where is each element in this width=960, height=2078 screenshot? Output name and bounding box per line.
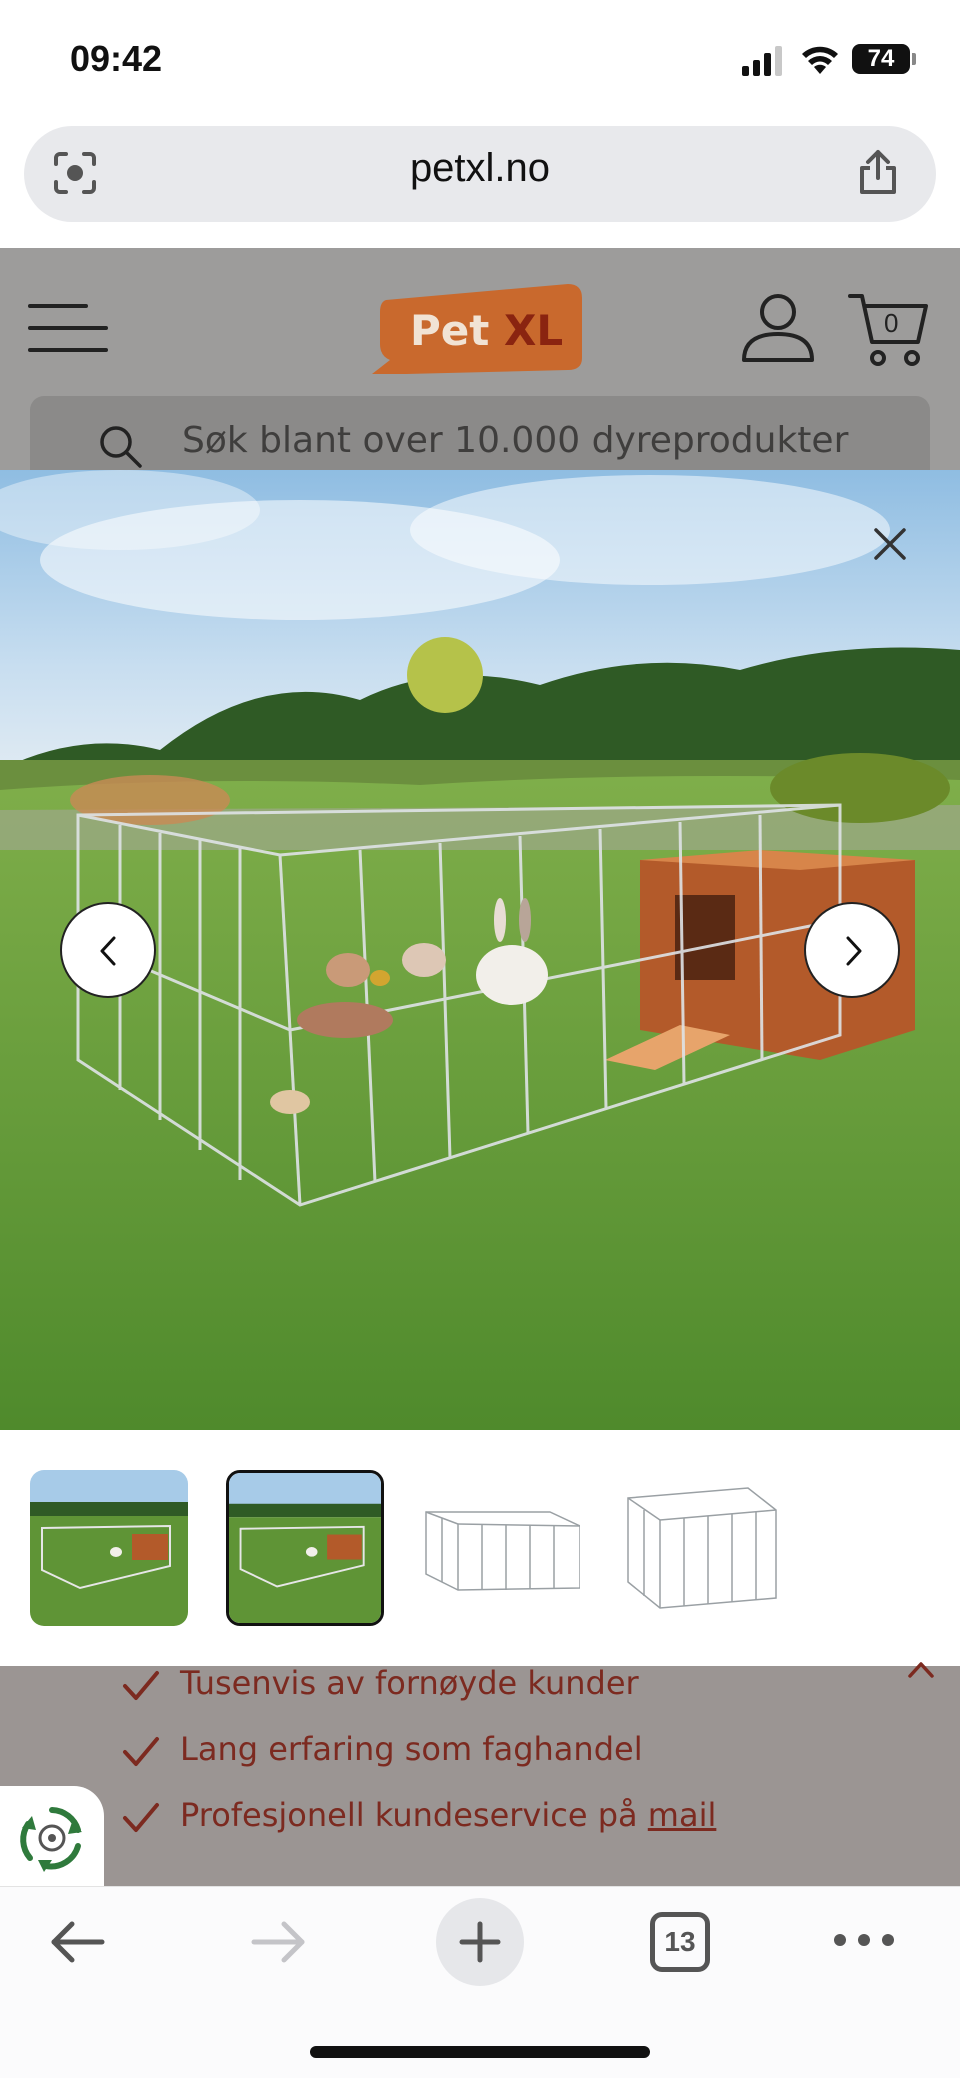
thumbnail-2[interactable] bbox=[226, 1470, 384, 1626]
new-tab-button[interactable] bbox=[436, 1898, 524, 1986]
thumbnail-photo bbox=[30, 1470, 188, 1626]
thumbnail-photo bbox=[229, 1473, 381, 1623]
recycle-badge[interactable] bbox=[0, 1786, 104, 1888]
check-icon bbox=[123, 1671, 159, 1700]
next-image-button[interactable] bbox=[804, 902, 900, 998]
battery-nub bbox=[912, 53, 916, 65]
logo-pet: Pet bbox=[410, 306, 490, 355]
url-text[interactable]: petxl.no bbox=[0, 146, 960, 191]
check-icon bbox=[123, 1737, 159, 1766]
thumbnail-1[interactable] bbox=[30, 1470, 188, 1626]
tabs-button[interactable]: 13 bbox=[650, 1912, 710, 1972]
recycle-icon bbox=[20, 1807, 82, 1872]
thumbnail-4[interactable] bbox=[620, 1470, 778, 1626]
logo-xl: XL bbox=[503, 306, 564, 355]
benefit-item: Tusenvis av fornøyde kunder bbox=[180, 1664, 639, 1702]
signal-icon bbox=[742, 46, 782, 76]
benefit-item: Profesjonell kundeservice på mail bbox=[180, 1796, 716, 1834]
previous-image-button[interactable] bbox=[60, 902, 156, 998]
chevron-right-icon bbox=[846, 936, 862, 966]
share-icon[interactable] bbox=[856, 148, 900, 196]
check-icon bbox=[123, 1803, 159, 1832]
wifi-icon bbox=[802, 46, 838, 74]
chevron-left-icon bbox=[100, 936, 116, 966]
thumbnail-photo bbox=[422, 1470, 580, 1626]
forward-icon[interactable] bbox=[248, 1918, 308, 1966]
search-placeholder: Søk blant over 10.000 dyreprodukter bbox=[182, 420, 849, 461]
page: 09:42 74 petxl.no Pet XL 0 Søk blant ove… bbox=[0, 0, 960, 2078]
benefit-item-text: Profesjonell kundeservice på bbox=[180, 1796, 648, 1834]
plus-icon bbox=[459, 1921, 501, 1963]
close-icon[interactable] bbox=[860, 514, 920, 574]
more-icon[interactable] bbox=[832, 1928, 896, 1952]
status-time: 09:42 bbox=[70, 38, 163, 79]
search-icon bbox=[100, 426, 142, 468]
thumbnail-3[interactable] bbox=[422, 1470, 580, 1626]
hamburger-menu-icon[interactable] bbox=[28, 300, 108, 356]
benefit-item: Lang erfaring som faghandel bbox=[180, 1730, 643, 1768]
mail-link[interactable]: mail bbox=[648, 1796, 717, 1834]
thumbnail-photo bbox=[620, 1470, 778, 1626]
chevron-up-icon[interactable] bbox=[906, 1658, 936, 1682]
status-bar: 09:42 74 bbox=[0, 0, 960, 120]
battery-icon: 74 bbox=[852, 44, 910, 74]
account-icon[interactable] bbox=[740, 292, 816, 364]
home-indicator bbox=[310, 2046, 650, 2058]
logo-text: Pet XL bbox=[410, 306, 563, 355]
cart-count: 0 bbox=[884, 308, 899, 338]
back-icon[interactable] bbox=[48, 1918, 108, 1966]
